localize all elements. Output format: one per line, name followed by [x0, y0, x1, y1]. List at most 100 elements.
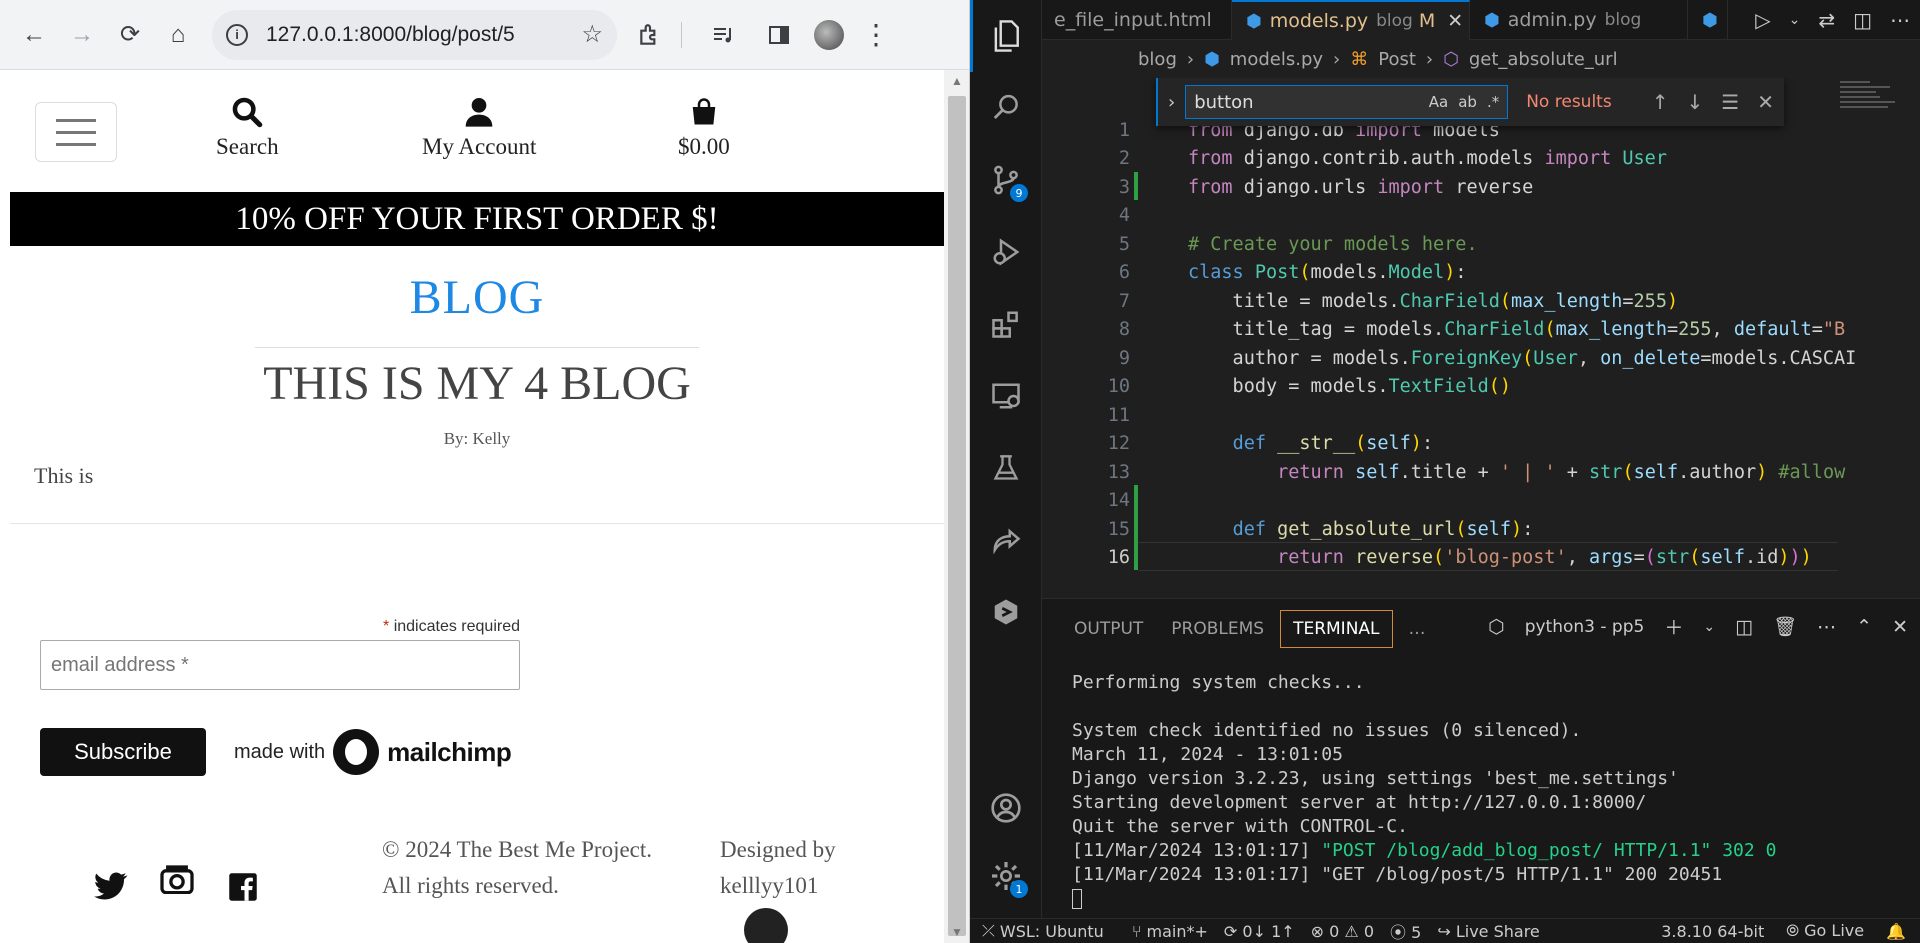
- git-sync[interactable]: ⟳ 0↓ 1↑: [1224, 922, 1295, 941]
- facebook-icon[interactable]: [228, 872, 258, 910]
- scroll-up-arrow-icon[interactable]: ▲: [944, 70, 969, 92]
- split-terminal-icon[interactable]: ◫: [1735, 616, 1753, 638]
- whole-word-icon[interactable]: ab: [1458, 93, 1477, 111]
- find-result-count: No results: [1526, 92, 1612, 112]
- more-actions-icon[interactable]: ⋯: [1817, 616, 1836, 638]
- extensions-icon[interactable]: [970, 288, 1042, 360]
- tab-overflow[interactable]: ⬢: [1688, 0, 1728, 40]
- mailchimp-wordmark: mailchimp: [387, 736, 512, 767]
- search-icon[interactable]: [970, 72, 1042, 144]
- tab-file-input-html[interactable]: e_file_input.html: [1042, 0, 1232, 40]
- new-terminal-icon[interactable]: ＋: [1664, 613, 1683, 640]
- manage-gear-icon[interactable]: 1: [970, 840, 1042, 912]
- tab-models-py[interactable]: ⬢ models.py blog M ✕: [1232, 0, 1470, 40]
- notifications-bell-icon[interactable]: 🔔: [1886, 922, 1906, 941]
- reload-button[interactable]: ⟳: [106, 11, 154, 59]
- git-branch[interactable]: ⑂ main*+: [1132, 922, 1208, 941]
- panel-more-icon[interactable]: …: [1397, 611, 1438, 647]
- accounts-icon[interactable]: [970, 772, 1042, 844]
- designer-link[interactable]: kelllyy101: [720, 868, 880, 904]
- sidepanel-icon[interactable]: [756, 12, 802, 58]
- close-find-icon[interactable]: ✕: [1757, 90, 1774, 114]
- made-with-mailchimp-link[interactable]: made with mailchimp: [234, 729, 512, 775]
- find-input[interactable]: button Aa ab .*: [1185, 85, 1509, 119]
- site-info-icon[interactable]: i: [226, 23, 248, 46]
- previous-match-icon[interactable]: ↑: [1652, 90, 1669, 114]
- hamburger-menu-button[interactable]: [35, 102, 117, 162]
- run-debug-icon[interactable]: [970, 216, 1042, 288]
- footer-copyright: © 2024 The Best Me Project. All rights r…: [382, 837, 653, 898]
- go-live-button[interactable]: ⦾ Go Live: [1786, 921, 1864, 941]
- gitkraken-icon[interactable]: [970, 576, 1042, 648]
- vscode-window: 9 1 e_file_input.html ⬢ models.py blog M…: [970, 0, 1920, 943]
- explorer-icon[interactable]: [970, 0, 1042, 72]
- breadcrumb-folder[interactable]: blog: [1138, 49, 1177, 70]
- code-line: 16 return reverse('blog-post', args=(str…: [1107, 547, 1812, 569]
- python-file-icon: ⬢: [1204, 48, 1220, 70]
- next-match-icon[interactable]: ↓: [1687, 90, 1704, 114]
- source-control-icon[interactable]: 9: [970, 144, 1042, 216]
- find-in-selection-icon[interactable]: ☰: [1721, 90, 1739, 114]
- address-bar-url[interactable]: 127.0.0.1:8000/blog/post/5: [266, 23, 581, 47]
- chevron-down-icon[interactable]: ⌄: [1703, 619, 1715, 635]
- header-cart-link[interactable]: $0.00: [678, 90, 730, 160]
- remote-explorer-icon[interactable]: [970, 360, 1042, 432]
- profile-avatar[interactable]: [814, 19, 844, 50]
- run-python-icon[interactable]: ▷: [1755, 8, 1770, 32]
- python-file-icon: ⬢: [1246, 10, 1262, 32]
- github-icon[interactable]: [744, 908, 788, 943]
- browser-menu-icon[interactable]: ⋮: [862, 18, 890, 51]
- close-tab-icon[interactable]: ✕: [1447, 10, 1463, 32]
- header-search-link[interactable]: Search: [216, 90, 279, 160]
- tab-admin-py[interactable]: ⬢ admin.py blog: [1470, 0, 1688, 40]
- header-account-link[interactable]: My Account: [422, 90, 536, 160]
- problems-count[interactable]: ⊗ 0 ⚠ 0: [1311, 922, 1374, 941]
- more-actions-icon[interactable]: ⋯: [1890, 8, 1910, 32]
- twitter-icon[interactable]: [94, 872, 128, 910]
- scroll-down-arrow-icon[interactable]: ▼: [944, 921, 969, 943]
- remote-indicator[interactable]: ⤫ WSL: Ubuntu: [970, 918, 1116, 943]
- code-line: 6 class Post(models.Model):: [1118, 262, 1467, 284]
- regex-icon[interactable]: .*: [1487, 93, 1499, 111]
- address-bar[interactable]: i 127.0.0.1:8000/blog/post/5 ☆: [212, 9, 617, 60]
- split-editor-icon[interactable]: ◫: [1853, 8, 1872, 32]
- puzzle-icon[interactable]: [627, 12, 673, 58]
- tab-output[interactable]: OUTPUT: [1062, 611, 1155, 647]
- forward-button[interactable]: →: [58, 11, 106, 59]
- maximize-panel-icon[interactable]: ⌃: [1856, 616, 1872, 638]
- minimap[interactable]: [1832, 78, 1920, 598]
- bottom-panel: OUTPUT PROBLEMS TERMINAL … ⬡ python3 - p…: [1042, 598, 1920, 918]
- tab-problems[interactable]: PROBLEMS: [1159, 611, 1276, 647]
- blog-heading[interactable]: BLOG: [10, 270, 944, 325]
- instagram-icon[interactable]: [160, 864, 194, 902]
- bookmark-star-icon[interactable]: ☆: [581, 20, 603, 49]
- editor-tabs: e_file_input.html ⬢ models.py blog M ✕ ⬢ a…: [1042, 0, 1920, 40]
- subscribe-button[interactable]: Subscribe: [40, 728, 206, 776]
- breadcrumb-class[interactable]: Post: [1378, 49, 1416, 70]
- close-panel-icon[interactable]: ✕: [1892, 616, 1908, 638]
- media-icon[interactable]: [700, 12, 746, 58]
- page-scrollbar[interactable]: ▲ ▼: [944, 70, 969, 943]
- testing-icon[interactable]: [970, 432, 1042, 504]
- kill-terminal-icon[interactable]: 🗑: [1773, 615, 1797, 638]
- chevron-down-icon[interactable]: ⌄: [1789, 12, 1801, 28]
- home-button[interactable]: ⌂: [154, 11, 202, 59]
- code-editor[interactable]: › button Aa ab .* No results ↑ ↓ ☰ ✕ 1 fr…: [1042, 78, 1920, 598]
- python-interpreter[interactable]: 3.8.10 64-bit: [1661, 922, 1764, 941]
- code-line: 8 title_tag = models.CharField(max_lengt…: [1118, 319, 1846, 341]
- breadcrumb-file[interactable]: models.py: [1230, 49, 1323, 70]
- tab-terminal[interactable]: TERMINAL: [1280, 610, 1393, 648]
- code-line: 15 def get_absolute_url(self):: [1107, 518, 1534, 540]
- terminal-name[interactable]: python3 - pp5: [1525, 617, 1645, 637]
- back-button[interactable]: ←: [10, 11, 58, 59]
- match-case-icon[interactable]: Aa: [1429, 93, 1448, 111]
- toggle-replace-icon[interactable]: ›: [1168, 92, 1175, 113]
- open-changes-icon[interactable]: ⇄: [1818, 8, 1835, 32]
- ports[interactable]: ⦿ 5: [1390, 919, 1421, 943]
- live-share-status[interactable]: ↪ Live Share: [1437, 922, 1539, 941]
- scrollbar-thumb[interactable]: [948, 96, 966, 936]
- breadcrumb-method[interactable]: get_absolute_url: [1469, 49, 1618, 70]
- live-share-icon[interactable]: [970, 504, 1042, 576]
- email-field[interactable]: email address *: [40, 640, 520, 690]
- terminal-output[interactable]: Performing system checks... System check…: [1042, 671, 1902, 911]
